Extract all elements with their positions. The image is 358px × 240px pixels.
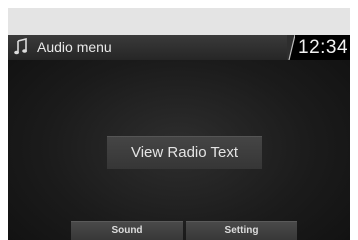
screenshot-frame: Audio menu 12:34 View Radio Text Sound S… [0,0,358,240]
clock: 12:34 [287,35,350,60]
header-bar: Audio menu 12:34 [8,35,350,60]
view-radio-text-button[interactable]: View Radio Text [107,136,262,169]
top-margin-strip [8,8,350,35]
page-title: Audio menu [37,39,112,55]
clock-divider [287,35,295,60]
audio-menu-screen: Audio menu 12:34 View Radio Text Sound S… [8,35,350,240]
clock-time: 12:34 [298,37,349,58]
sound-button[interactable]: Sound [71,221,183,240]
music-note-icon [14,38,27,55]
setting-button[interactable]: Setting [186,221,297,240]
